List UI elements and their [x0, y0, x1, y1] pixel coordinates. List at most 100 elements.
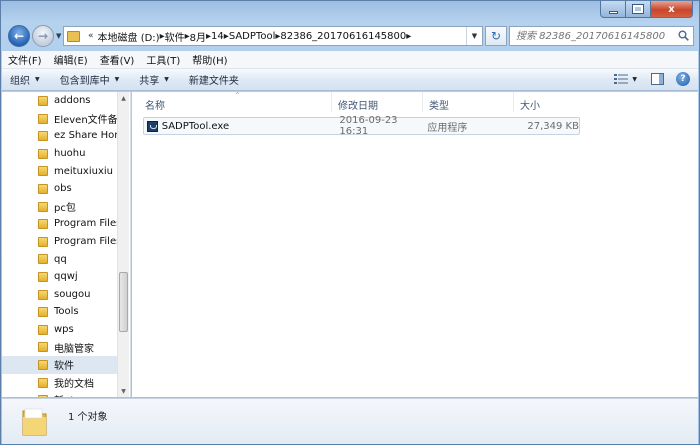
- tree-item[interactable]: pc包: [2, 198, 118, 216]
- folder-icon: [38, 201, 48, 212]
- navigation-pane: addons Eleven文件备份 ez Share Hom huohu meituxi…: [2, 92, 131, 397]
- forward-button[interactable]: →: [32, 25, 54, 47]
- tree-item[interactable]: qq: [2, 250, 118, 268]
- tree-item[interactable]: 新phs: [2, 391, 118, 397]
- folder-icon: [38, 324, 48, 335]
- tree-item-label: Tools: [54, 306, 79, 318]
- menu-item[interactable]: 工具(T): [146, 52, 180, 67]
- title-bar[interactable]: x: [1, 1, 699, 22]
- tree-item[interactable]: 我的文档: [2, 374, 118, 392]
- breadcrumb-item[interactable]: 82386_20170616145800: [280, 27, 406, 45]
- breadcrumb-item[interactable]: SADPTool: [229, 27, 276, 45]
- breadcrumb-item[interactable]: 本地磁盘 (D:): [98, 27, 160, 45]
- command-label: 新建文件夹: [188, 76, 239, 87]
- column-header-date[interactable]: 修改日期: [332, 92, 423, 112]
- breadcrumb-item[interactable]: 软件: [165, 27, 185, 45]
- table-row[interactable]: SADPTool.exe 2016-09-23 16:31 应用程序 27,349 K…: [143, 115, 580, 137]
- folder-icon: [67, 30, 80, 42]
- tree-item[interactable]: sougou: [2, 286, 118, 304]
- tree-item[interactable]: ez Share Hom: [2, 127, 118, 145]
- search-input[interactable]: [516, 28, 676, 44]
- tree-item[interactable]: huohu: [2, 145, 118, 163]
- command-button[interactable]: 新建文件夹: [189, 72, 239, 87]
- view-dropdown-button[interactable]: ▼: [632, 76, 637, 83]
- search-icon[interactable]: [678, 30, 689, 41]
- tree-item[interactable]: Program Files: [2, 215, 118, 233]
- menu-item[interactable]: 编辑(E): [54, 52, 88, 67]
- breadcrumb-separator-icon[interactable]: ▸: [406, 31, 411, 42]
- address-dropdown-button[interactable]: ▼: [466, 27, 482, 45]
- close-button[interactable]: x: [651, 1, 693, 18]
- view-options-icon[interactable]: [614, 73, 629, 85]
- breadcrumb-item[interactable]: 14: [211, 27, 224, 45]
- tree-item[interactable]: meituxiuxiu: [2, 162, 118, 180]
- explorer-window: x ← → ▼ « 本地磁盘 (D:) ▸ 软件 ▸ 8月 ▸ 14 ▸ SADPTool ▸ 82…: [0, 0, 700, 445]
- tree-item[interactable]: addons: [2, 92, 118, 110]
- tree-item[interactable]: Program Files: [2, 233, 118, 251]
- folder-icon: [38, 342, 48, 353]
- column-header-type[interactable]: 类型: [423, 92, 514, 112]
- view-controls: ▼ ?: [614, 72, 690, 86]
- tree-item-label: Eleven文件备份: [54, 114, 118, 126]
- refresh-button[interactable]: ↻: [485, 26, 507, 46]
- breadcrumb-overflow[interactable]: «: [88, 31, 94, 41]
- menu-item[interactable]: 查看(V): [100, 52, 135, 67]
- column-header-name[interactable]: 名称: [132, 92, 332, 112]
- tree-item[interactable]: wps: [2, 321, 118, 339]
- command-button[interactable]: 共享 ▼: [139, 72, 169, 87]
- tree-item-label: meituxiuxiu: [54, 165, 113, 177]
- status-bar: 1 个对象: [2, 398, 698, 444]
- folder-icon: [38, 219, 48, 230]
- tree-item[interactable]: Tools: [2, 303, 118, 321]
- file-list: 名称 修改日期 类型 大小 ^ SADPTool.exe 2016-09-23 1…: [132, 92, 698, 397]
- tree-item[interactable]: qqwj: [2, 268, 118, 286]
- folder-icon: [38, 131, 48, 142]
- tree-item[interactable]: 软件: [2, 355, 118, 374]
- tree-item[interactable]: 电脑管家: [2, 338, 118, 356]
- tree-item-label: huohu: [54, 148, 86, 160]
- folder-icon: [38, 395, 48, 397]
- folder-icon: [38, 148, 48, 159]
- folder-icon: [38, 359, 48, 370]
- folder-icon: [38, 183, 48, 194]
- arrow-right-icon: →: [37, 29, 49, 43]
- tree-item-label: wps: [54, 324, 74, 336]
- breadcrumb-item[interactable]: 8月: [190, 27, 206, 45]
- minimize-button[interactable]: [600, 1, 626, 18]
- command-label: 包含到库中: [59, 76, 110, 87]
- back-button[interactable]: ←: [8, 25, 30, 47]
- maximize-button[interactable]: [626, 1, 651, 18]
- help-icon[interactable]: ?: [676, 72, 690, 86]
- chevron-down-icon: ▼: [164, 76, 169, 83]
- recent-pages-dropdown[interactable]: ▼: [56, 32, 61, 40]
- navigation-bar: ← → ▼ « 本地磁盘 (D:) ▸ 软件 ▸ 8月 ▸ 14 ▸ SADPTool ▸ 8238…: [1, 23, 699, 49]
- file-name: SADPTool.exe: [161, 120, 230, 132]
- preview-pane-icon[interactable]: [651, 73, 664, 85]
- navigation-scrollbar[interactable]: ▲ ▼: [117, 92, 129, 397]
- maximize-icon: [632, 4, 644, 14]
- address-bar[interactable]: « 本地磁盘 (D:) ▸ 软件 ▸ 8月 ▸ 14 ▸ SADPTool ▸ 82386_2017…: [63, 26, 483, 46]
- folder-icon: [38, 236, 48, 247]
- scroll-thumb[interactable]: [119, 272, 128, 332]
- breadcrumb: 本地磁盘 (D:) ▸ 软件 ▸ 8月 ▸ 14 ▸ SADPTool ▸ 82386_201706…: [98, 27, 412, 45]
- menu-item[interactable]: 帮助(H): [192, 52, 227, 67]
- chevron-down-icon: ▼: [471, 32, 478, 40]
- tree-item-label: 我的文档: [54, 378, 94, 390]
- tree-item-label: 电脑管家: [54, 343, 94, 355]
- tree-item-label: 新phs: [54, 392, 82, 397]
- chevron-down-icon: ▼: [114, 76, 120, 83]
- tree-item-label: sougou: [54, 288, 91, 300]
- command-button[interactable]: 组织 ▼: [10, 72, 40, 87]
- scroll-up-button[interactable]: ▲: [118, 92, 129, 104]
- tree-item-label: ez Share Hom: [54, 130, 118, 142]
- tree-item-label: qqwj: [54, 271, 78, 283]
- tree-item-label: pc包: [54, 202, 76, 214]
- scroll-down-button[interactable]: ▼: [118, 385, 129, 397]
- menu-item[interactable]: 文件(F): [8, 52, 42, 67]
- tree-item[interactable]: obs: [2, 180, 118, 198]
- column-header-size[interactable]: 大小: [514, 92, 574, 112]
- tree-item[interactable]: Eleven文件备份: [2, 110, 118, 128]
- folder-icon: [38, 113, 48, 124]
- command-button[interactable]: 包含到库中 ▼: [60, 72, 120, 87]
- folder-icon: [38, 307, 48, 318]
